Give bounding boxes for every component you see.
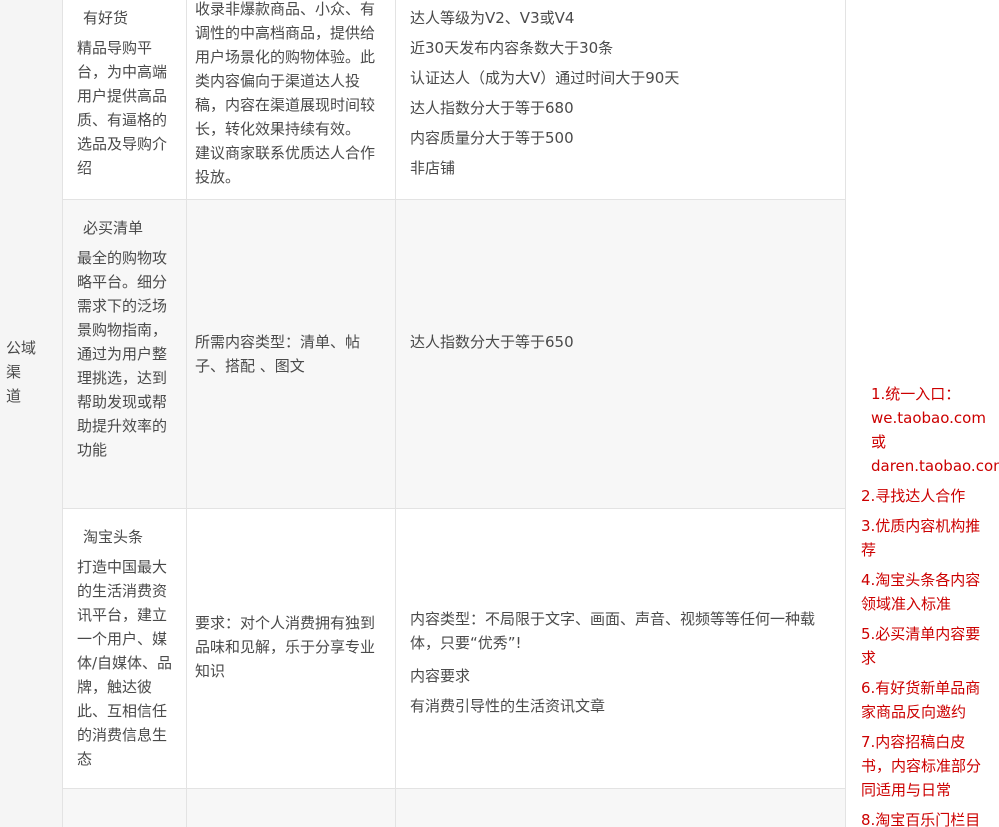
list-item: 内容质量分大于等于500 — [410, 129, 574, 147]
list-item: 达人等级为V2、V3或V4 — [410, 9, 575, 27]
table-row — [62, 789, 846, 827]
list-item: 认证达人（成为大V）通过时间大于90天 — [410, 69, 680, 87]
channel-table: 有好货 精品导购平台，为中高端用户提供高品质、有逼格的选品及导购介绍 收录非爆款… — [62, 0, 846, 827]
channel-name: 淘宝头条 — [83, 528, 144, 546]
channel-cell: 有好货 精品导购平台，为中高端用户提供高品质、有逼格的选品及导购介绍 — [62, 0, 186, 199]
list-item: 有消费引导性的生活资讯文章 — [410, 697, 606, 715]
note-item: 2.寻找达人合作 — [861, 487, 966, 505]
list-item: 达人指数分大于等于650 — [410, 333, 574, 351]
note-item: 5.必买清单内容要求 — [861, 625, 981, 667]
note-item: 3.优质内容机构推荐 — [861, 517, 981, 559]
note-item: 4.淘宝头条各内容领域准入标准 — [861, 571, 981, 613]
table-row: 淘宝头条 打造中国最大的生活消费资讯平台，建立一个用户、媒体/自媒体、品牌，触达… — [62, 509, 846, 789]
content-cell — [186, 789, 395, 827]
channel-table-page: 公域 渠 道 有好货 精品导购平台，为中高端用户提供高品质、有逼格的选品及导购介… — [0, 0, 999, 827]
category-label: 公域 渠 道 — [6, 339, 37, 405]
category-column: 公域 渠 道 — [0, 0, 62, 827]
content-text: 要求：对个人消费拥有独到品味和见解，乐于分享专业知识 — [195, 614, 376, 680]
content-text: 所需内容类型：清单、帖子、搭配 、图文 — [195, 333, 361, 375]
content-cell: 所需内容类型：清单、帖子、搭配 、图文 — [186, 200, 395, 508]
channel-name: 有好货 — [83, 9, 129, 27]
table-row: 必买清单 最全的购物攻略平台。细分需求下的泛场景购物指南，通过为用户整理挑选，达… — [62, 200, 846, 509]
channel-description: 打造中国最大的生活消费资讯平台，建立一个用户、媒体/自媒体、品牌，触达彼此、互相… — [77, 558, 173, 768]
list-item: 近30天发布内容条数大于30条 — [410, 39, 614, 57]
channel-cell: 必买清单 最全的购物攻略平台。细分需求下的泛场景购物指南，通过为用户整理挑选，达… — [62, 200, 186, 508]
requirement-cell: 达人指数分大于等于650 — [395, 200, 846, 508]
channel-description: 最全的购物攻略平台。细分需求下的泛场景购物指南，通过为用户整理挑选，达到帮助发现… — [77, 249, 168, 459]
list-item: 内容类型：不局限于文字、画面、声音、视频等等任何一种载体，只要“优秀”! — [410, 610, 816, 652]
notes-list: 1.统一入口：we.taobao.com或daren.taobao.com 2.… — [861, 382, 999, 827]
requirement-cell — [395, 789, 846, 827]
requirement-list: 达人等级为V2、V3或V4 近30天发布内容条数大于30条 认证达人（成为大V）… — [410, 3, 840, 183]
note-item: 6.有好货新单品商家商品反向邀约 — [861, 679, 981, 721]
list-item: 非店铺 — [410, 159, 456, 177]
channel-name: 必买清单 — [83, 219, 144, 237]
note-item: 7.内容招稿白皮书，内容标准部分同适用与日常 — [861, 733, 982, 799]
note-item: 8.淘宝百乐门栏目招募总贴 — [861, 811, 981, 827]
content-text: 收录非爆款商品、小众、有调性的中高档商品，提供给用户场景化的购物体验。此类内容偏… — [195, 0, 376, 186]
channel-description: 精品导购平台，为中高端用户提供高品质、有逼格的选品及导购介绍 — [77, 39, 168, 177]
table-row: 有好货 精品导购平台，为中高端用户提供高品质、有逼格的选品及导购介绍 收录非爆款… — [62, 0, 846, 200]
channel-cell: 淘宝头条 打造中国最大的生活消费资讯平台，建立一个用户、媒体/自媒体、品牌，触达… — [62, 509, 186, 788]
requirement-list: 内容类型：不局限于文字、画面、声音、视频等等任何一种载体，只要“优秀”! 内容要… — [410, 607, 840, 721]
content-cell: 要求：对个人消费拥有独到品味和见解，乐于分享专业知识 — [186, 509, 395, 788]
list-item: 内容要求 — [410, 667, 471, 685]
list-item: 达人指数分大于等于680 — [410, 99, 574, 117]
channel-cell — [62, 789, 186, 827]
note-item: 1.统一入口：we.taobao.com或daren.taobao.com — [871, 385, 999, 475]
requirement-cell: 达人等级为V2、V3或V4 近30天发布内容条数大于30条 认证达人（成为大V）… — [395, 0, 846, 199]
requirement-cell: 内容类型：不局限于文字、画面、声音、视频等等任何一种载体，只要“优秀”! 内容要… — [395, 509, 846, 788]
content-cell: 收录非爆款商品、小众、有调性的中高档商品，提供给用户场景化的购物体验。此类内容偏… — [186, 0, 395, 199]
